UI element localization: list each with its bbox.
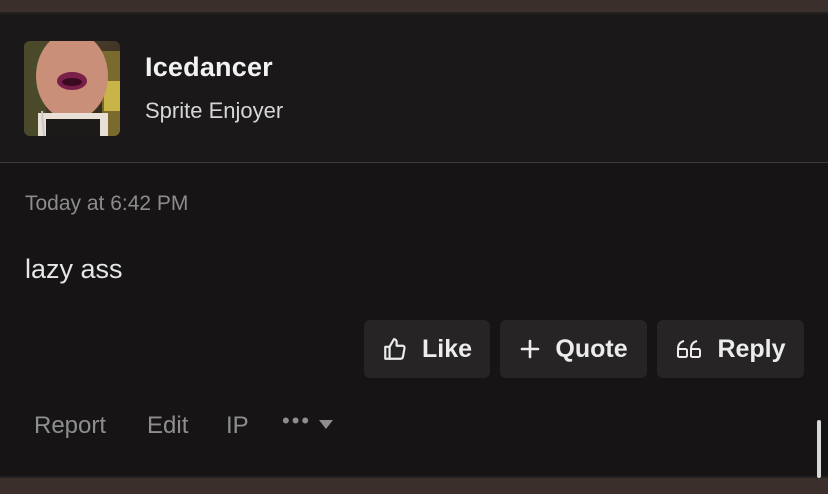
more-dots-icon: ••• (282, 408, 312, 433)
edit-link[interactable]: Edit (147, 412, 188, 440)
avatar-photo-icon (24, 41, 120, 136)
top-divider (0, 0, 828, 12)
ip-link[interactable]: IP (226, 412, 249, 440)
plus-icon (519, 338, 541, 360)
like-label: Like (421, 334, 473, 363)
bottom-divider (0, 476, 828, 494)
post-header: Icedancer Sprite Enjoyer (0, 14, 828, 163)
scrollbar-thumb[interactable] (817, 420, 821, 478)
quote-marks-icon (675, 337, 703, 361)
user-title: Sprite Enjoyer (145, 98, 284, 123)
reply-label: Reply (717, 334, 786, 363)
post-message: lazy ass (25, 254, 123, 284)
chevron-down-icon (319, 419, 334, 429)
post-timestamp[interactable]: Today at 6:42 PM (25, 192, 188, 216)
username[interactable]: Icedancer (145, 52, 273, 83)
thread-frame: Icedancer Sprite Enjoyer Today at 6:42 P… (0, 0, 828, 494)
more-menu-button[interactable]: ••• (282, 410, 334, 432)
thumbs-up-icon (382, 336, 408, 362)
quote-label: Quote (555, 334, 628, 363)
report-link[interactable]: Report (34, 412, 106, 440)
quote-button[interactable]: Quote (500, 320, 647, 378)
avatar[interactable] (24, 41, 120, 136)
post-container: Icedancer Sprite Enjoyer Today at 6:42 P… (0, 12, 828, 480)
like-button[interactable]: Like (364, 320, 490, 378)
reply-button[interactable]: Reply (657, 320, 804, 378)
